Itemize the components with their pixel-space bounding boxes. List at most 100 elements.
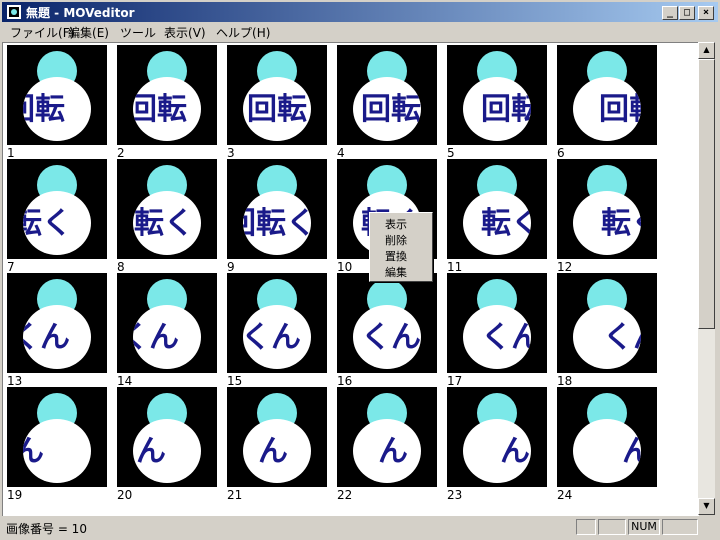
frame-number: 12 <box>557 260 573 274</box>
frame-caption: 回転 <box>7 92 65 127</box>
frame-caption: ん <box>622 434 652 469</box>
frame-caption: 転く <box>481 206 541 241</box>
frame-thumbnail[interactable]: 転く <box>557 159 657 259</box>
menu-view[interactable]: 表示(V) <box>164 24 206 41</box>
frame-caption: 回転く <box>117 206 194 241</box>
frame-caption: 転く <box>601 206 657 241</box>
frame-thumbnail[interactable]: 回転く <box>7 159 107 259</box>
frame-thumbnail[interactable]: 回転く <box>227 159 327 259</box>
frame-number: 5 <box>447 146 455 160</box>
frame-number: 22 <box>337 488 353 502</box>
context-menu: 表示 削除 置換 編集 <box>369 212 433 282</box>
frame-thumbnail[interactable]: ん <box>447 387 547 487</box>
frame-thumbnail[interactable]: 回転 <box>337 45 437 145</box>
frame-number: 9 <box>227 260 235 274</box>
frame-caption: くん <box>481 320 541 355</box>
frame-thumbnail[interactable]: 回転 <box>117 45 217 145</box>
frame-thumbnail[interactable]: 回転 <box>7 45 107 145</box>
menu-bar: ファイル(F) 編集(E) ツール 表示(V) ヘルプ(H) <box>2 22 718 41</box>
frame-thumbnail[interactable]: くん <box>557 273 657 373</box>
frame-thumbnail[interactable]: くん <box>117 273 217 373</box>
frame-number: 24 <box>557 488 573 502</box>
frame-caption: 回転 <box>127 92 187 127</box>
frame-number: 3 <box>227 146 235 160</box>
frame-image: ん <box>573 393 652 483</box>
frame-number: 4 <box>337 146 345 160</box>
status-pane-4 <box>662 519 698 535</box>
frame-image: くん <box>119 279 201 369</box>
frame-image: 回転く <box>117 165 201 255</box>
frame-image: 回転 <box>7 51 91 141</box>
frame-thumbnail[interactable]: 回転く <box>117 159 217 259</box>
frame-caption: 回転 <box>481 92 541 127</box>
frame-caption: ん <box>500 434 530 469</box>
frame-image: 転くん <box>7 279 91 369</box>
scroll-thumb[interactable] <box>698 59 715 329</box>
status-bar: 画像番号 = 10 NUM <box>2 517 718 538</box>
frame-thumbnail[interactable]: 回転 <box>557 45 657 145</box>
vertical-scrollbar[interactable]: ▲ ▼ <box>698 42 715 515</box>
frame-thumbnail[interactable]: ん <box>7 387 107 487</box>
frame-thumbnail[interactable]: ん <box>557 387 657 487</box>
status-pane-2 <box>598 519 626 535</box>
frame-image: くん <box>243 279 311 369</box>
frame-image: 回転 <box>243 51 311 141</box>
title-bar[interactable]: 無題 - MOVeditor _ □ × <box>2 2 718 22</box>
frame-number: 7 <box>7 260 15 274</box>
context-item-replace[interactable]: 置換 <box>385 248 407 264</box>
menu-help[interactable]: ヘルプ(H) <box>216 24 270 41</box>
minimize-button[interactable]: _ <box>662 6 678 20</box>
frame-image: ん <box>463 393 531 483</box>
frame-caption: ん <box>136 434 166 469</box>
frame-thumbnail[interactable]: くん <box>447 273 547 373</box>
frame-number: 17 <box>447 374 463 388</box>
frame-number: 21 <box>227 488 243 502</box>
frame-caption: 回転 <box>361 92 421 127</box>
frame-caption: くん <box>361 320 421 355</box>
frame-thumbnail[interactable]: 回転 <box>447 45 547 145</box>
frame-image: 回転 <box>573 51 657 141</box>
context-item-edit[interactable]: 編集 <box>385 264 407 280</box>
scroll-down-button[interactable]: ▼ <box>698 498 715 515</box>
menu-edit[interactable]: 編集(E) <box>68 24 109 41</box>
frame-number: 13 <box>7 374 23 388</box>
frame-image: 回転 <box>127 51 201 141</box>
frame-number: 23 <box>447 488 463 502</box>
app-window: 無題 - MOVeditor _ □ × ファイル(F) 編集(E) ツール 表… <box>0 0 720 540</box>
frame-number: 19 <box>7 488 23 502</box>
status-text: 画像番号 = 10 <box>6 522 87 536</box>
frame-number: 18 <box>557 374 573 388</box>
frame-number: 15 <box>227 374 243 388</box>
frame-image: ん <box>353 393 421 483</box>
frame-thumbnail[interactable]: 転く <box>447 159 547 259</box>
app-icon[interactable] <box>6 4 22 20</box>
frame-number: 20 <box>117 488 133 502</box>
frame-number: 8 <box>117 260 125 274</box>
frame-image: 転く <box>463 165 541 255</box>
frame-caption: 転くん <box>7 320 70 355</box>
context-item-view[interactable]: 表示 <box>385 216 407 232</box>
close-button[interactable]: × <box>698 6 714 20</box>
maximize-button[interactable]: □ <box>679 6 695 20</box>
scroll-up-button[interactable]: ▲ <box>698 42 715 59</box>
frame-caption: ん <box>258 434 288 469</box>
frame-caption: くん <box>603 320 657 355</box>
frame-image: ん <box>243 393 311 483</box>
frame-image: くん <box>463 279 541 369</box>
frame-thumbnail[interactable]: 転くん <box>7 273 107 373</box>
context-item-delete[interactable]: 削除 <box>385 232 407 248</box>
frame-thumbnail[interactable]: ん <box>227 387 327 487</box>
frame-thumbnail[interactable]: 回転 <box>227 45 327 145</box>
menu-file[interactable]: ファイル(F) <box>10 24 74 41</box>
frame-thumbnail[interactable]: くん <box>227 273 327 373</box>
frame-caption: ん <box>378 434 408 469</box>
frame-caption: 回転 <box>599 92 657 127</box>
menu-tools[interactable]: ツール <box>120 24 156 41</box>
frame-thumbnail[interactable]: ん <box>117 387 217 487</box>
frame-thumbnail[interactable]: ん <box>337 387 437 487</box>
frame-thumbnail[interactable]: くん <box>337 273 437 373</box>
frame-number: 2 <box>117 146 125 160</box>
frame-caption: くん <box>119 320 179 355</box>
frame-grid[interactable]: 回転 1 回転 2 回転 3 回転 4 回転 5 回転 6 回転く 7 回転く 8 回転く 9 転く 10 転く 11 転く… <box>2 42 699 516</box>
frame-image: くん <box>353 279 421 369</box>
